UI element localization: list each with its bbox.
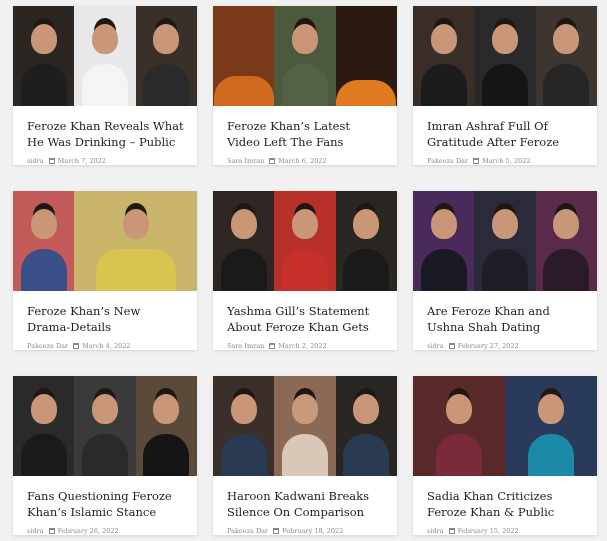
article-meta: Pakeeza Dar March 5, 2022 [427, 157, 583, 165]
article-title[interactable]: Feroze Khan’s Latest Video Left The Fans… [227, 118, 385, 150]
thumb-panel [213, 6, 275, 106]
article-card[interactable]: Fans Questioning Feroze Khan’s Islamic S… [13, 376, 197, 535]
thumb-panel [13, 6, 75, 106]
thumb-panel [213, 376, 275, 476]
article-card[interactable]: Are Feroze Khan and Ushna Shah Dating si… [413, 191, 597, 350]
article-date: February 18, 2022 [282, 527, 344, 535]
thumb-panel [13, 376, 75, 476]
thumb-panel [74, 6, 136, 106]
calendar-icon [448, 528, 455, 534]
thumb-panel [135, 376, 197, 476]
calendar-icon [473, 158, 480, 164]
article-thumbnail[interactable] [413, 376, 597, 476]
article-title[interactable]: Yashma Gill’s Statement About Feroze Kha… [227, 303, 385, 335]
thumb-panel [413, 191, 475, 291]
thumb-panel [335, 6, 397, 106]
article-title[interactable]: Haroon Kadwani Breaks Silence On Compari… [227, 488, 385, 520]
article-thumbnail[interactable] [413, 191, 597, 291]
article-meta: sidra February 27, 2022 [427, 342, 583, 350]
article-date: March 4, 2022 [82, 342, 131, 350]
calendar-icon [48, 158, 55, 164]
calendar-icon [448, 343, 455, 349]
thumb-panel [335, 376, 397, 476]
article-author[interactable]: sidra [27, 157, 44, 165]
thumb-panel [535, 191, 597, 291]
article-card[interactable]: Yashma Gill’s Statement About Feroze Kha… [213, 191, 397, 350]
article-title[interactable]: Sadia Khan Criticizes Feroze Khan & Publ… [427, 488, 585, 520]
thumb-panel [274, 376, 336, 476]
article-title[interactable]: Feroze Khan’s New Drama-Details [27, 303, 185, 335]
thumb-panel [213, 191, 275, 291]
article-thumbnail[interactable] [13, 376, 197, 476]
article-date: March 6, 2022 [278, 157, 327, 165]
article-thumbnail[interactable] [213, 191, 397, 291]
article-meta: Pakeeza Dar March 4, 2022 [27, 342, 183, 350]
article-card[interactable]: Imran Ashraf Full Of Gratitude After Fer… [413, 6, 597, 165]
thumb-panel [505, 376, 597, 476]
thumb-panel [535, 6, 597, 106]
article-date: February 26, 2022 [57, 527, 119, 535]
thumb-panel [474, 6, 536, 106]
article-date: March 7, 2022 [57, 157, 106, 165]
article-meta: sidra March 7, 2022 [27, 157, 183, 165]
article-author[interactable]: sidra [27, 527, 44, 535]
thumb-panel [335, 191, 397, 291]
thumb-panel [274, 191, 336, 291]
calendar-icon [273, 528, 280, 534]
article-thumbnail[interactable] [13, 6, 197, 106]
article-meta: Sara Imran March 2, 2022 [227, 342, 383, 350]
article-author[interactable]: sidra [427, 342, 444, 350]
calendar-icon [269, 343, 276, 349]
article-card[interactable]: Haroon Kadwani Breaks Silence On Compari… [213, 376, 397, 535]
article-meta: Sara Imran March 6, 2022 [227, 157, 383, 165]
thumb-panel [13, 191, 75, 291]
article-author[interactable]: Sara Imran [227, 342, 264, 350]
thumb-panel [413, 6, 475, 106]
article-author[interactable]: Sara Imran [227, 157, 264, 165]
article-thumbnail[interactable] [213, 376, 397, 476]
thumb-panel [135, 6, 197, 106]
article-card[interactable]: Feroze Khan’s New Drama-Details Pakeeza … [13, 191, 197, 350]
article-author[interactable]: sidra [427, 527, 444, 535]
calendar-icon [48, 528, 55, 534]
calendar-icon [269, 158, 276, 164]
article-date: February 15, 2022 [457, 527, 519, 535]
article-author[interactable]: Pakeeza Dar [227, 527, 268, 535]
article-meta: sidra February 15, 2022 [427, 527, 583, 535]
article-thumbnail[interactable] [413, 6, 597, 106]
article-date: March 5, 2022 [482, 157, 531, 165]
article-author[interactable]: Pakeeza Dar [27, 342, 68, 350]
article-thumbnail[interactable] [13, 191, 197, 291]
article-meta: Pakeeza Dar February 18, 2022 [227, 527, 383, 535]
calendar-icon [73, 343, 80, 349]
article-card[interactable]: Feroze Khan’s Latest Video Left The Fans… [213, 6, 397, 165]
article-date: February 27, 2022 [457, 342, 519, 350]
thumb-panel [413, 376, 505, 476]
article-title[interactable]: Feroze Khan Reveals What He Was Drinking… [27, 118, 185, 150]
article-title[interactable]: Fans Questioning Feroze Khan’s Islamic S… [27, 488, 185, 520]
article-card[interactable]: Sadia Khan Criticizes Feroze Khan & Publ… [413, 376, 597, 535]
article-title[interactable]: Imran Ashraf Full Of Gratitude After Fer… [427, 118, 585, 150]
thumb-panel [474, 191, 536, 291]
article-card[interactable]: Feroze Khan Reveals What He Was Drinking… [13, 6, 197, 165]
thumb-panel [74, 191, 197, 291]
article-author[interactable]: Pakeeza Dar [427, 157, 468, 165]
article-meta: sidra February 26, 2022 [27, 527, 183, 535]
article-thumbnail[interactable] [213, 6, 397, 106]
thumb-panel [74, 376, 136, 476]
article-title[interactable]: Are Feroze Khan and Ushna Shah Dating [427, 303, 585, 335]
thumb-panel [274, 6, 336, 106]
article-date: March 2, 2022 [278, 342, 327, 350]
